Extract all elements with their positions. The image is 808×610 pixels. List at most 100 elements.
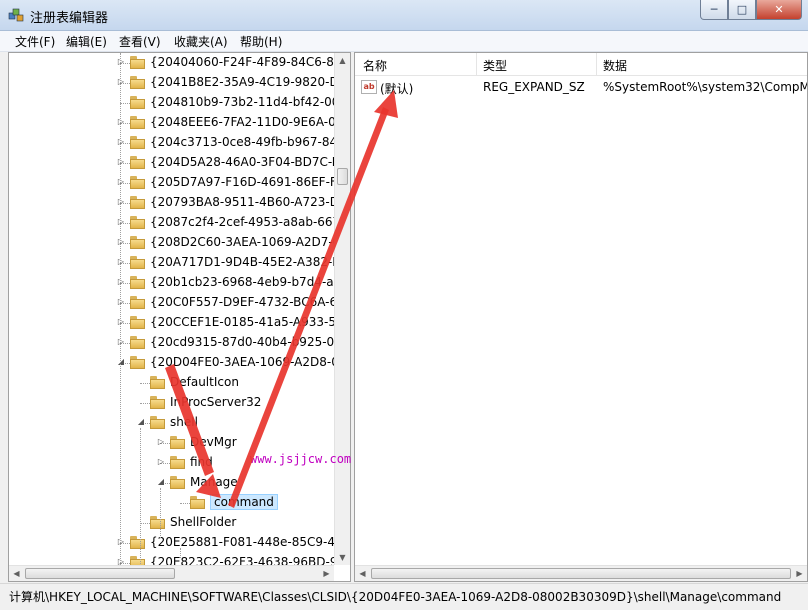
tree-guide-line <box>140 428 141 565</box>
expand-arrow-icon[interactable]: ▷ <box>156 457 166 467</box>
registry-tree-pane[interactable]: ▷ {20404060-F24F-4F89-84C6-8AF ▷ {2041B8E2-… <box>8 52 351 582</box>
tree-item[interactable]: ▷ {20404060-F24F-4F89-84C6-8AF <box>9 53 334 73</box>
collapse-arrow-icon[interactable]: ◢ <box>156 477 166 487</box>
tree-item[interactable]: ◢ {20D04FE0-3AEA-1069-A2D8-08 <box>9 353 334 373</box>
expand-arrow-icon[interactable]: ▷ <box>116 257 126 267</box>
tree-item[interactable]: ◢ shell <box>9 413 334 433</box>
maximize-button[interactable]: □ <box>728 0 756 20</box>
menu-edit[interactable]: 编辑(E) <box>66 33 107 50</box>
expand-arrow-icon[interactable]: ▷ <box>116 537 126 547</box>
scroll-right-icon[interactable]: ▶ <box>792 566 807 581</box>
tree-connector <box>180 503 190 504</box>
column-divider[interactable] <box>596 53 597 75</box>
tree-item[interactable]: ▷ {20A717D1-9D4B-45E2-A382-FF <box>9 253 334 273</box>
folder-icon <box>170 456 186 469</box>
menu-help[interactable]: 帮助(H) <box>240 33 282 50</box>
folder-icon <box>130 276 146 289</box>
status-path: 计算机\HKEY_LOCAL_MACHINE\SOFTWARE\Classes\… <box>9 590 782 604</box>
list-item[interactable]: ab (默认) REG_EXPAND_SZ %SystemRoot%\syste… <box>355 78 807 98</box>
tree-guide-line <box>160 488 161 538</box>
folder-icon <box>130 256 146 269</box>
tree-item-label: {205D7A97-F16D-4691-86EF-F3C <box>150 175 334 189</box>
tree-guide-line <box>120 53 121 565</box>
tree-item[interactable]: ▷ {20C0F557-D9EF-4732-BC6A-678 <box>9 293 334 313</box>
folder-icon <box>130 556 146 565</box>
expand-arrow-icon[interactable]: ▷ <box>116 77 126 87</box>
tree-item[interactable]: ▷ {2041B8E2-35A9-4C19-9820-DD <box>9 73 334 93</box>
tree-item[interactable]: ▷ {205D7A97-F16D-4691-86EF-F3C <box>9 173 334 193</box>
expand-arrow-icon[interactable]: ▷ <box>116 157 126 167</box>
tree-item-label: {2041B8E2-35A9-4C19-9820-DD <box>150 75 334 89</box>
tree-item[interactable]: ▷ DevMgr <box>9 433 334 453</box>
column-data-header[interactable]: 数据 <box>603 57 627 74</box>
folder-icon <box>150 396 166 409</box>
tree-item[interactable]: InProcServer32 <box>9 393 334 413</box>
tree-item[interactable]: ◢ Manage <box>9 473 334 493</box>
tree-item-label: {204D5A28-46A0-3F04-BD7C-B5 <box>150 155 334 169</box>
collapse-arrow-icon[interactable]: ◢ <box>136 417 146 427</box>
collapse-arrow-icon[interactable]: ◢ <box>116 357 126 367</box>
tree-item[interactable]: ShellFolder <box>9 513 334 533</box>
tree-connector <box>140 383 150 384</box>
scroll-down-icon[interactable]: ▼ <box>335 550 350 565</box>
expand-arrow-icon[interactable]: ▷ <box>116 217 126 227</box>
status-bar: 计算机\HKEY_LOCAL_MACHINE\SOFTWARE\Classes\… <box>0 583 808 610</box>
tree-item[interactable]: ▷ {2048EEE6-7FA2-11D0-9E6A-00A <box>9 113 334 133</box>
list-horizontal-scroll-thumb[interactable] <box>371 568 791 579</box>
tree-item[interactable]: ▷ {204c3713-0ce8-49fb-b967-842 <box>9 133 334 153</box>
folder-icon <box>150 516 166 529</box>
expand-arrow-icon[interactable]: ▷ <box>116 317 126 327</box>
expand-arrow-icon[interactable]: ▷ <box>156 437 166 447</box>
column-name-header[interactable]: 名称 <box>363 57 387 74</box>
tree-item[interactable]: ▷ {2087c2f4-2cef-4953-a8ab-6677 <box>9 213 334 233</box>
menu-file[interactable]: 文件(F) <box>15 33 55 50</box>
list-horizontal-scrollbar[interactable]: ◀ ▶ <box>355 565 807 581</box>
tree-item[interactable]: ▷ {208D2C60-3AEA-1069-A2D7-08 <box>9 233 334 253</box>
expand-arrow-icon[interactable]: ▷ <box>116 177 126 187</box>
registry-tree[interactable]: ▷ {20404060-F24F-4F89-84C6-8AF ▷ {2041B8E2-… <box>9 53 334 565</box>
minimize-icon: ─ <box>710 3 718 16</box>
close-button[interactable]: ✕ <box>756 0 802 20</box>
tree-horizontal-scroll-thumb[interactable] <box>25 568 175 579</box>
tree-item[interactable]: ▷ {20E823C2-62F3-4638-96BD-90B <box>9 553 334 565</box>
expand-arrow-icon[interactable]: ▷ <box>116 137 126 147</box>
tree-item-label: command <box>210 494 278 510</box>
values-list-pane[interactable]: 名称 类型 数据 ab (默认) REG_EXPAND_SZ %SystemRo… <box>354 52 808 582</box>
tree-vertical-scroll-thumb[interactable] <box>337 168 348 185</box>
tree-item[interactable]: ▷ {20E25881-F081-448e-85C9-470 <box>9 533 334 553</box>
tree-item[interactable]: ▷ {20cd9315-87d0-40b4-b925-0a8 <box>9 333 334 353</box>
column-type-header[interactable]: 类型 <box>483 57 507 74</box>
value-data: %SystemRoot%\system32\CompM <box>603 80 808 94</box>
tree-item[interactable]: ▷ {204D5A28-46A0-3F04-BD7C-B5 <box>9 153 334 173</box>
tree-item[interactable]: ▷ {20b1cb23-6968-4eb9-b7d4-a66 <box>9 273 334 293</box>
tree-item-label: Manage <box>190 475 238 489</box>
tree-item[interactable]: command <box>9 493 334 513</box>
expand-arrow-icon[interactable]: ▷ <box>116 277 126 287</box>
tree-vertical-scrollbar[interactable]: ▲ ▼ <box>334 53 350 565</box>
tree-item[interactable]: {204810b9-73b2-11d4-bf42-00b <box>9 93 334 113</box>
tree-item[interactable]: ▷ {20CCEF1E-0185-41a5-A933-509 <box>9 313 334 333</box>
scroll-right-icon[interactable]: ▶ <box>319 566 334 581</box>
expand-arrow-icon[interactable]: ▷ <box>116 117 126 127</box>
menu-view[interactable]: 查看(V) <box>119 33 161 50</box>
expand-arrow-icon[interactable]: ▷ <box>116 557 126 565</box>
scroll-up-icon[interactable]: ▲ <box>335 53 350 68</box>
scroll-left-icon[interactable]: ◀ <box>9 566 24 581</box>
expand-arrow-icon[interactable]: ▷ <box>116 297 126 307</box>
tree-item-label: {20CCEF1E-0185-41a5-A933-509 <box>150 315 334 329</box>
folder-icon <box>190 496 206 509</box>
column-divider[interactable] <box>476 53 477 75</box>
minimize-button[interactable]: ─ <box>700 0 728 20</box>
menu-favorites[interactable]: 收藏夹(A) <box>174 33 228 50</box>
scroll-left-icon[interactable]: ◀ <box>355 566 370 581</box>
tree-item[interactable]: DefaultIcon <box>9 373 334 393</box>
tree-item[interactable]: ▷ {20793BA8-9511-4B60-A723-D1 <box>9 193 334 213</box>
expand-arrow-icon[interactable]: ▷ <box>116 237 126 247</box>
tree-horizontal-scrollbar[interactable]: ◀ ▶ <box>9 565 334 581</box>
expand-arrow-icon[interactable]: ▷ <box>116 197 126 207</box>
expand-arrow-icon[interactable]: ▷ <box>116 57 126 67</box>
tree-item-label: DevMgr <box>190 435 237 449</box>
expand-arrow-icon[interactable]: ▷ <box>116 337 126 347</box>
tree-connector <box>140 523 150 524</box>
watermark-text: www.jsjjcw.com <box>250 452 352 466</box>
